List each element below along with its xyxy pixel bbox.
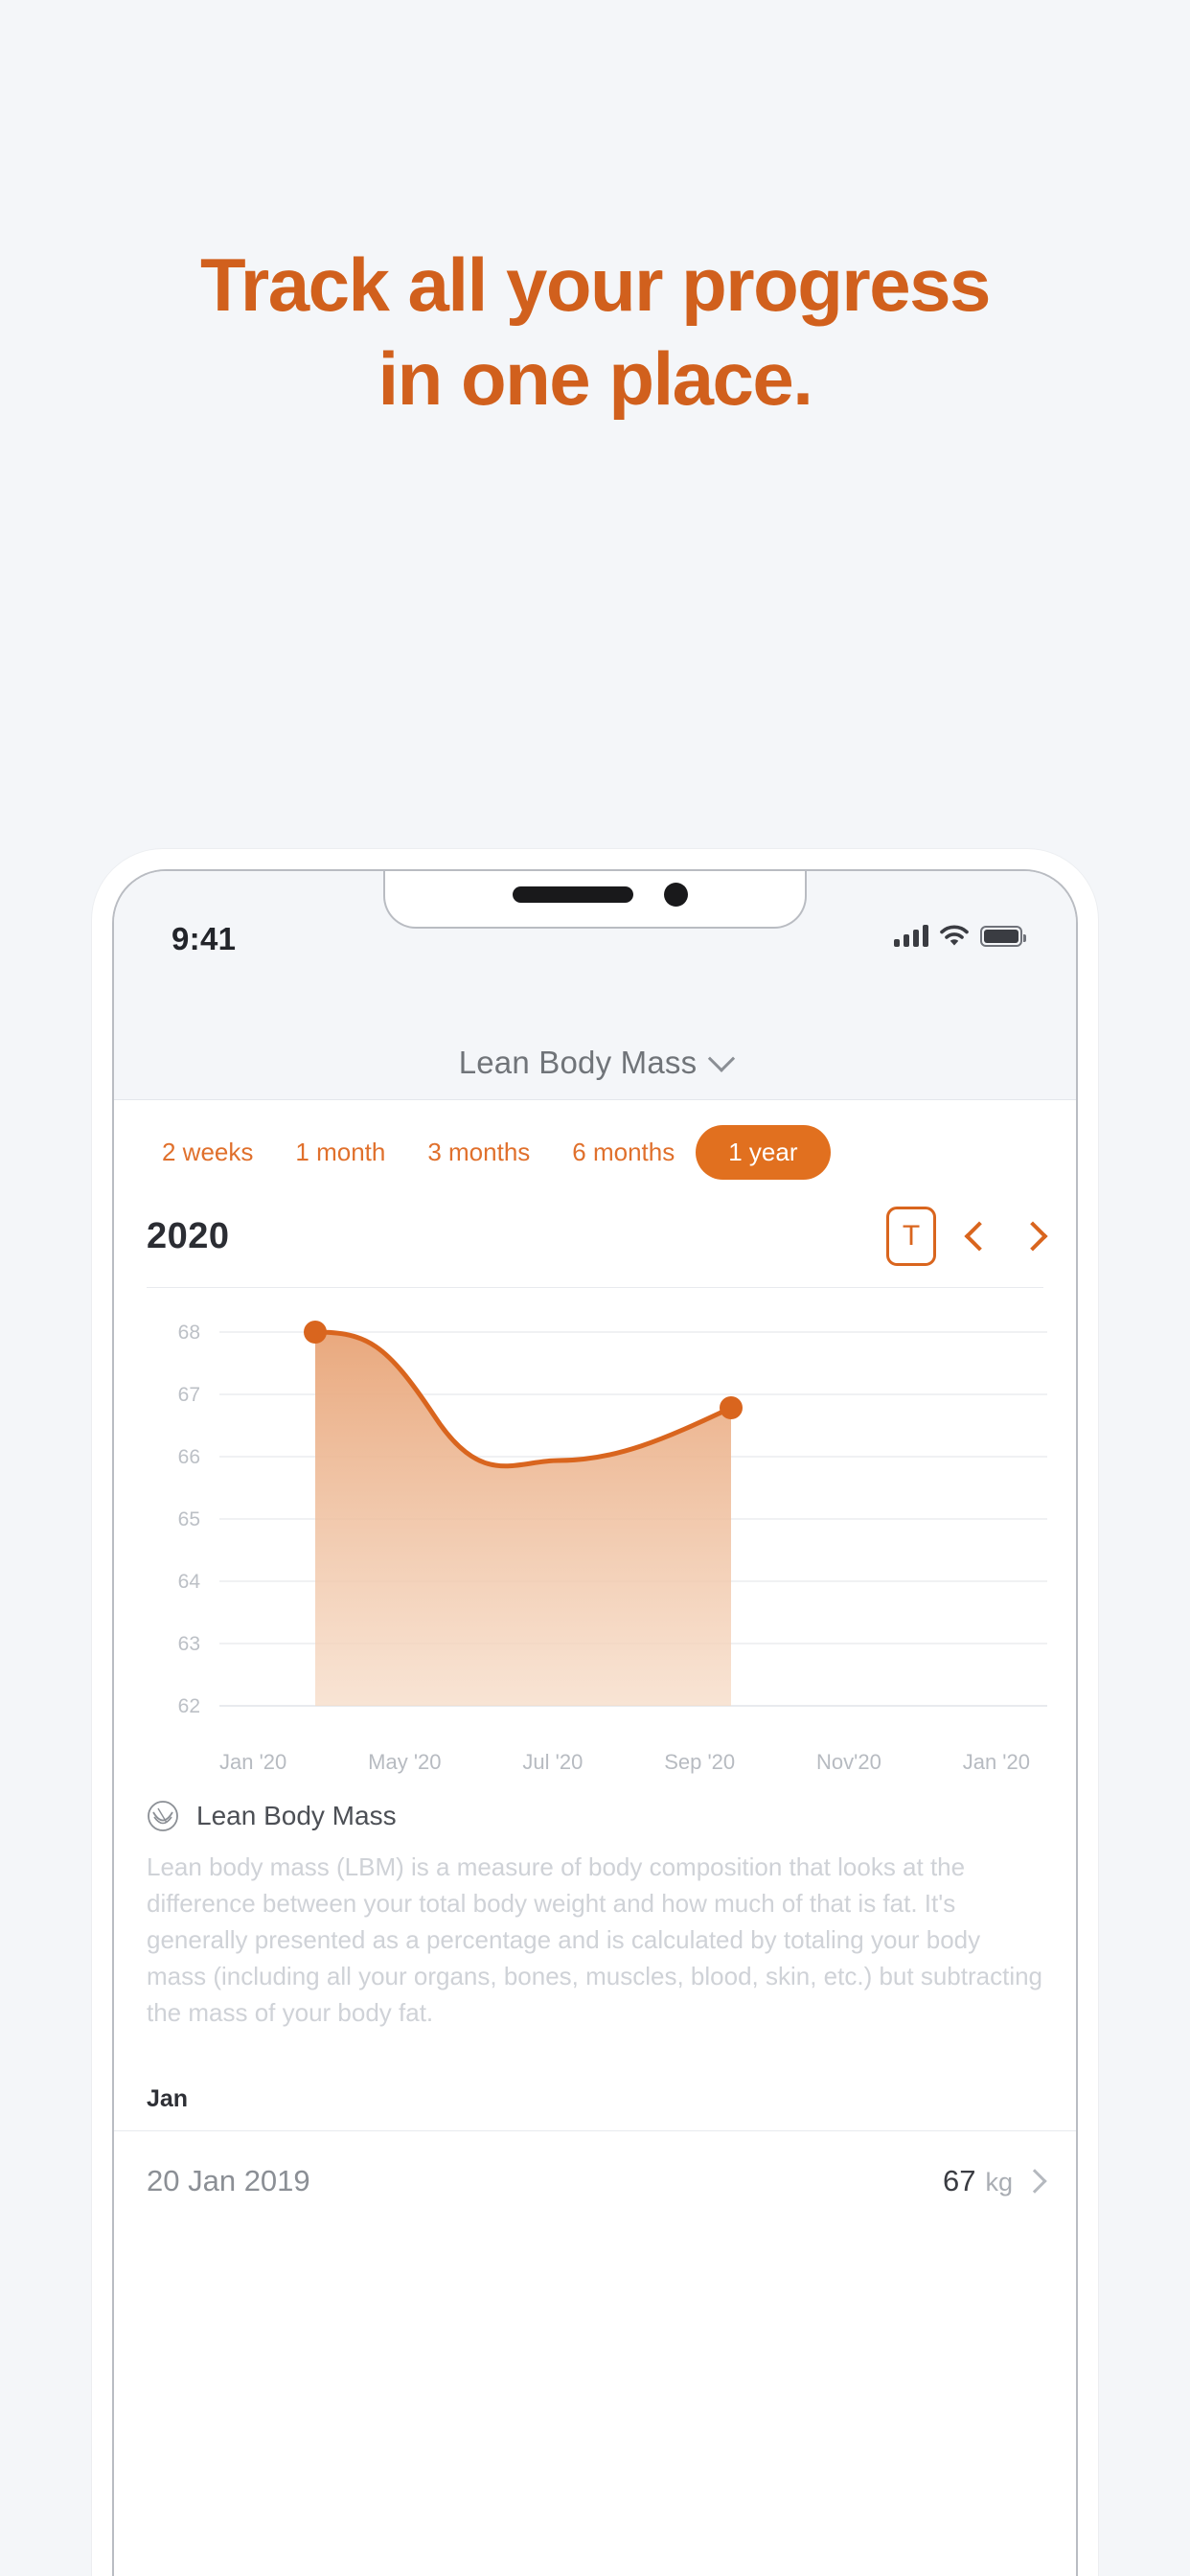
status-indicators [894,924,1026,947]
lean-body-mass-icon [148,1801,178,1831]
status-bar: 9:41 [114,871,1076,1025]
row-value-group: 67 kg [943,2164,1013,2198]
year-controls: T [886,1207,1048,1266]
row-value: 67 [942,2163,976,2197]
x-tick-2: Jul '20 [522,1750,584,1774]
legend-label: Lean Body Mass [196,1801,397,1830]
year-navigation-row: 2020 T [114,1201,1076,1287]
svg-text:65: 65 [178,1508,200,1530]
tab-1-month[interactable]: 1 month [274,1125,406,1180]
list-section-header: Jan [114,2031,1076,2130]
table-row[interactable]: 20 Jan 2019 67 kg [114,2130,1076,2231]
status-time: 9:41 [172,921,237,956]
navbar-title: Lean Body Mass [458,1044,698,1080]
x-tick-0: Jan '20 [219,1750,287,1774]
svg-text:63: 63 [178,1633,200,1655]
camera-icon [664,883,688,907]
promo-screenshot: Track all your progress in one place. 9:… [0,0,1190,2576]
x-tick-4: Nov'20 [816,1750,881,1774]
chevron-right-icon[interactable] [1022,2169,1047,2194]
row-unit: kg [985,2167,1013,2196]
year-label: 2020 [147,1215,230,1256]
x-tick-1: May '20 [368,1750,442,1774]
chevron-left-icon[interactable] [964,1221,995,1252]
speaker-icon [513,886,633,903]
tab-2-weeks[interactable]: 2 weeks [141,1125,274,1180]
chart-area-fill [315,1332,731,1706]
signal-bars-icon [894,924,928,947]
phone-screen: 9:41 Lean Body Mass 2 weeks 1 month 3 mo… [112,869,1078,2576]
description-text: Lean body mass (LBM) is a measure of bod… [114,1832,1076,2032]
tab-1-year[interactable]: 1 year [696,1125,831,1180]
chart-legend: Lean Body Mass [114,1767,1076,1832]
battery-icon [980,925,1026,947]
chart-y-tick-labels: 68 67 66 65 64 63 62 [178,1322,201,1717]
wifi-icon [940,925,969,946]
tab-6-months[interactable]: 6 months [551,1125,696,1180]
page-title: Track all your progress in one place. [200,242,991,422]
chart-area[interactable]: 68 67 66 65 64 63 62 Jan '20 May '20 Jul… [114,1288,1076,1774]
today-button[interactable]: T [886,1207,936,1266]
app-navbar: Lean Body Mass [114,1025,1076,1100]
svg-text:66: 66 [178,1446,200,1468]
row-date: 20 Jan 2019 [147,2163,310,2197]
chart-point-start [304,1321,327,1344]
x-tick-3: Sep '20 [664,1750,736,1774]
phone-mockup: 9:41 Lean Body Mass 2 weeks 1 month 3 mo… [92,849,1098,2576]
svg-text:64: 64 [178,1571,201,1593]
x-tick-5: Jan '20 [962,1750,1030,1774]
svg-text:62: 62 [178,1695,200,1717]
chevron-down-icon[interactable] [708,1045,736,1072]
chevron-right-icon[interactable] [1018,1221,1048,1252]
chart-x-tick-labels: Jan '20 May '20 Jul '20 Sep '20 Nov'20 J… [147,1736,1047,1775]
lean-body-mass-chart[interactable]: 68 67 66 65 64 63 62 [147,1315,1047,1736]
chart-point-end [720,1396,743,1419]
tab-3-months[interactable]: 3 months [406,1125,551,1180]
range-filter-tabs: 2 weeks 1 month 3 months 6 months 1 year [114,1100,1076,1201]
svg-text:67: 67 [178,1384,200,1406]
svg-text:68: 68 [178,1322,200,1344]
